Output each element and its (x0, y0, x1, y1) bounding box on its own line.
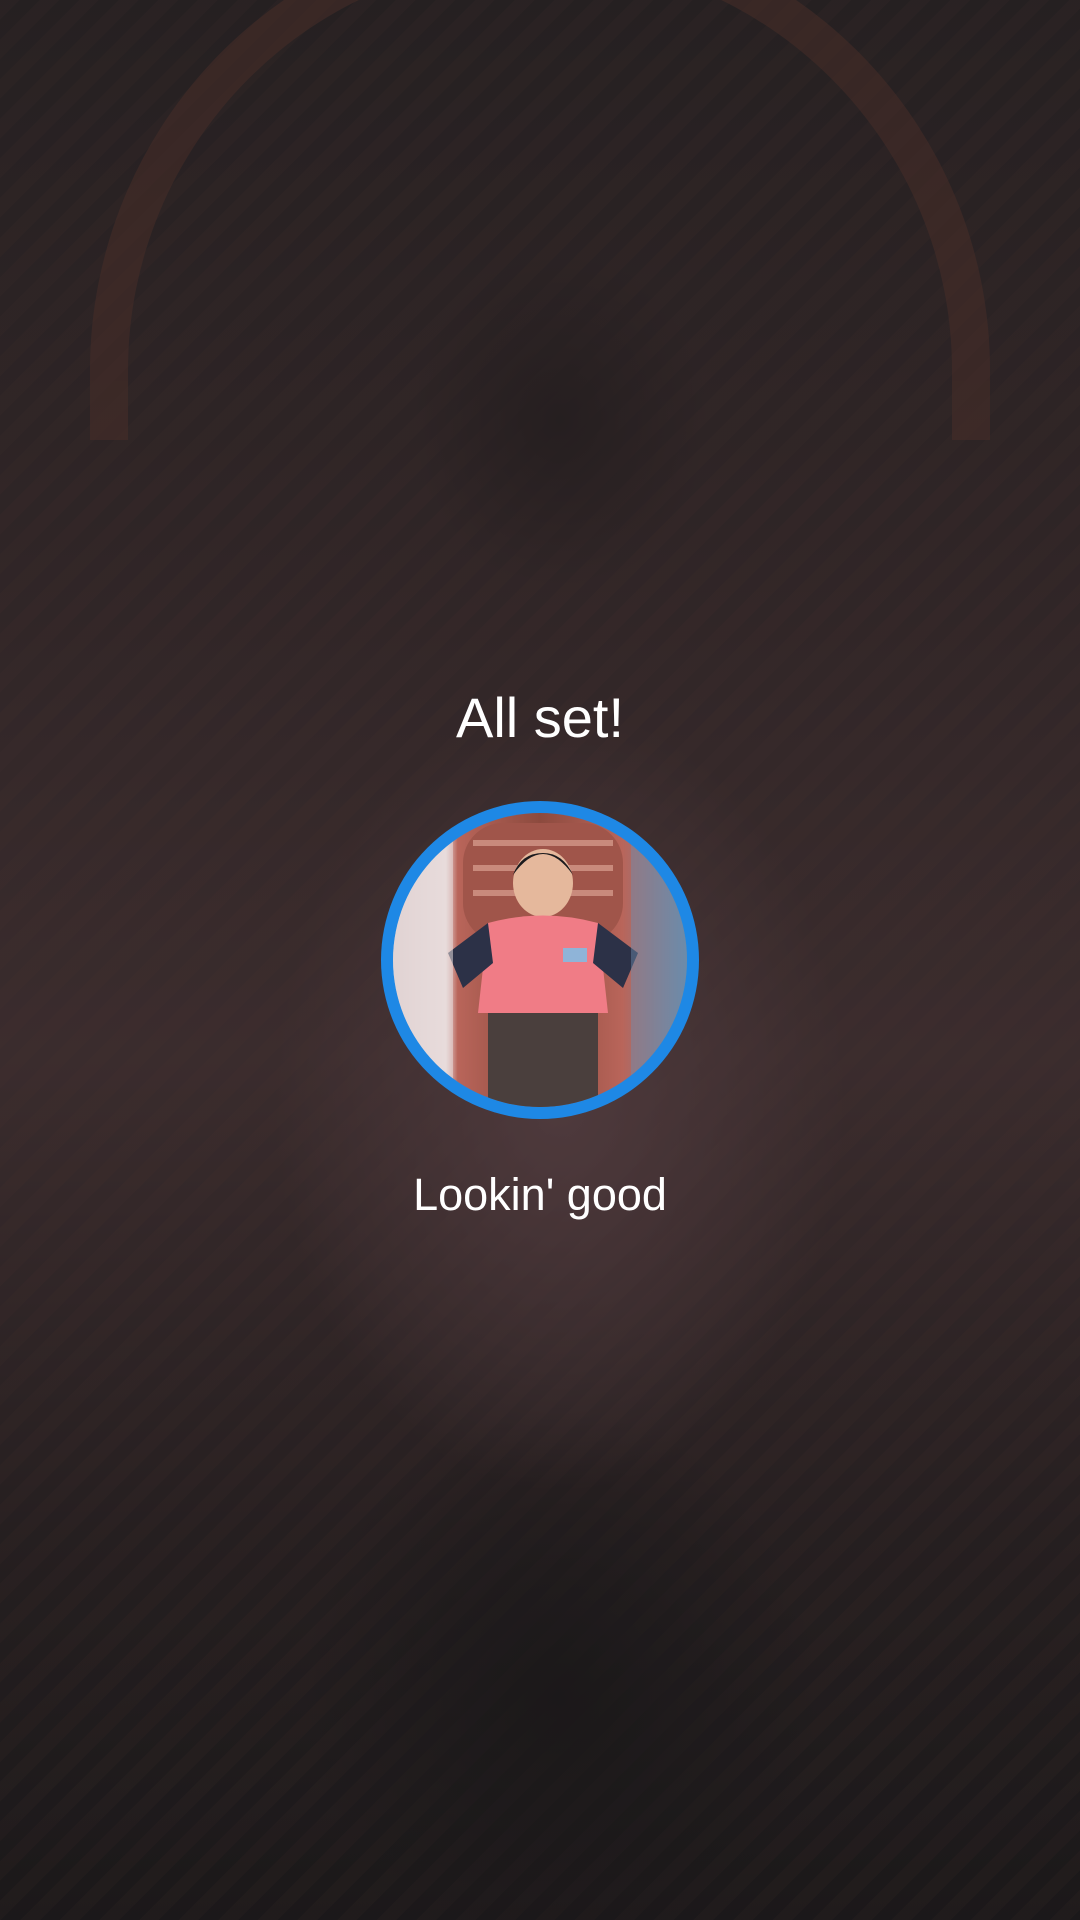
setup-complete-screen: All set! Lookin' good (0, 0, 1080, 1920)
status-message: Lookin' good (413, 1169, 667, 1220)
avatar-ring (381, 801, 699, 1119)
avatar (393, 813, 687, 1107)
profile-photo-icon (393, 813, 687, 1107)
page-title: All set! (455, 686, 625, 749)
